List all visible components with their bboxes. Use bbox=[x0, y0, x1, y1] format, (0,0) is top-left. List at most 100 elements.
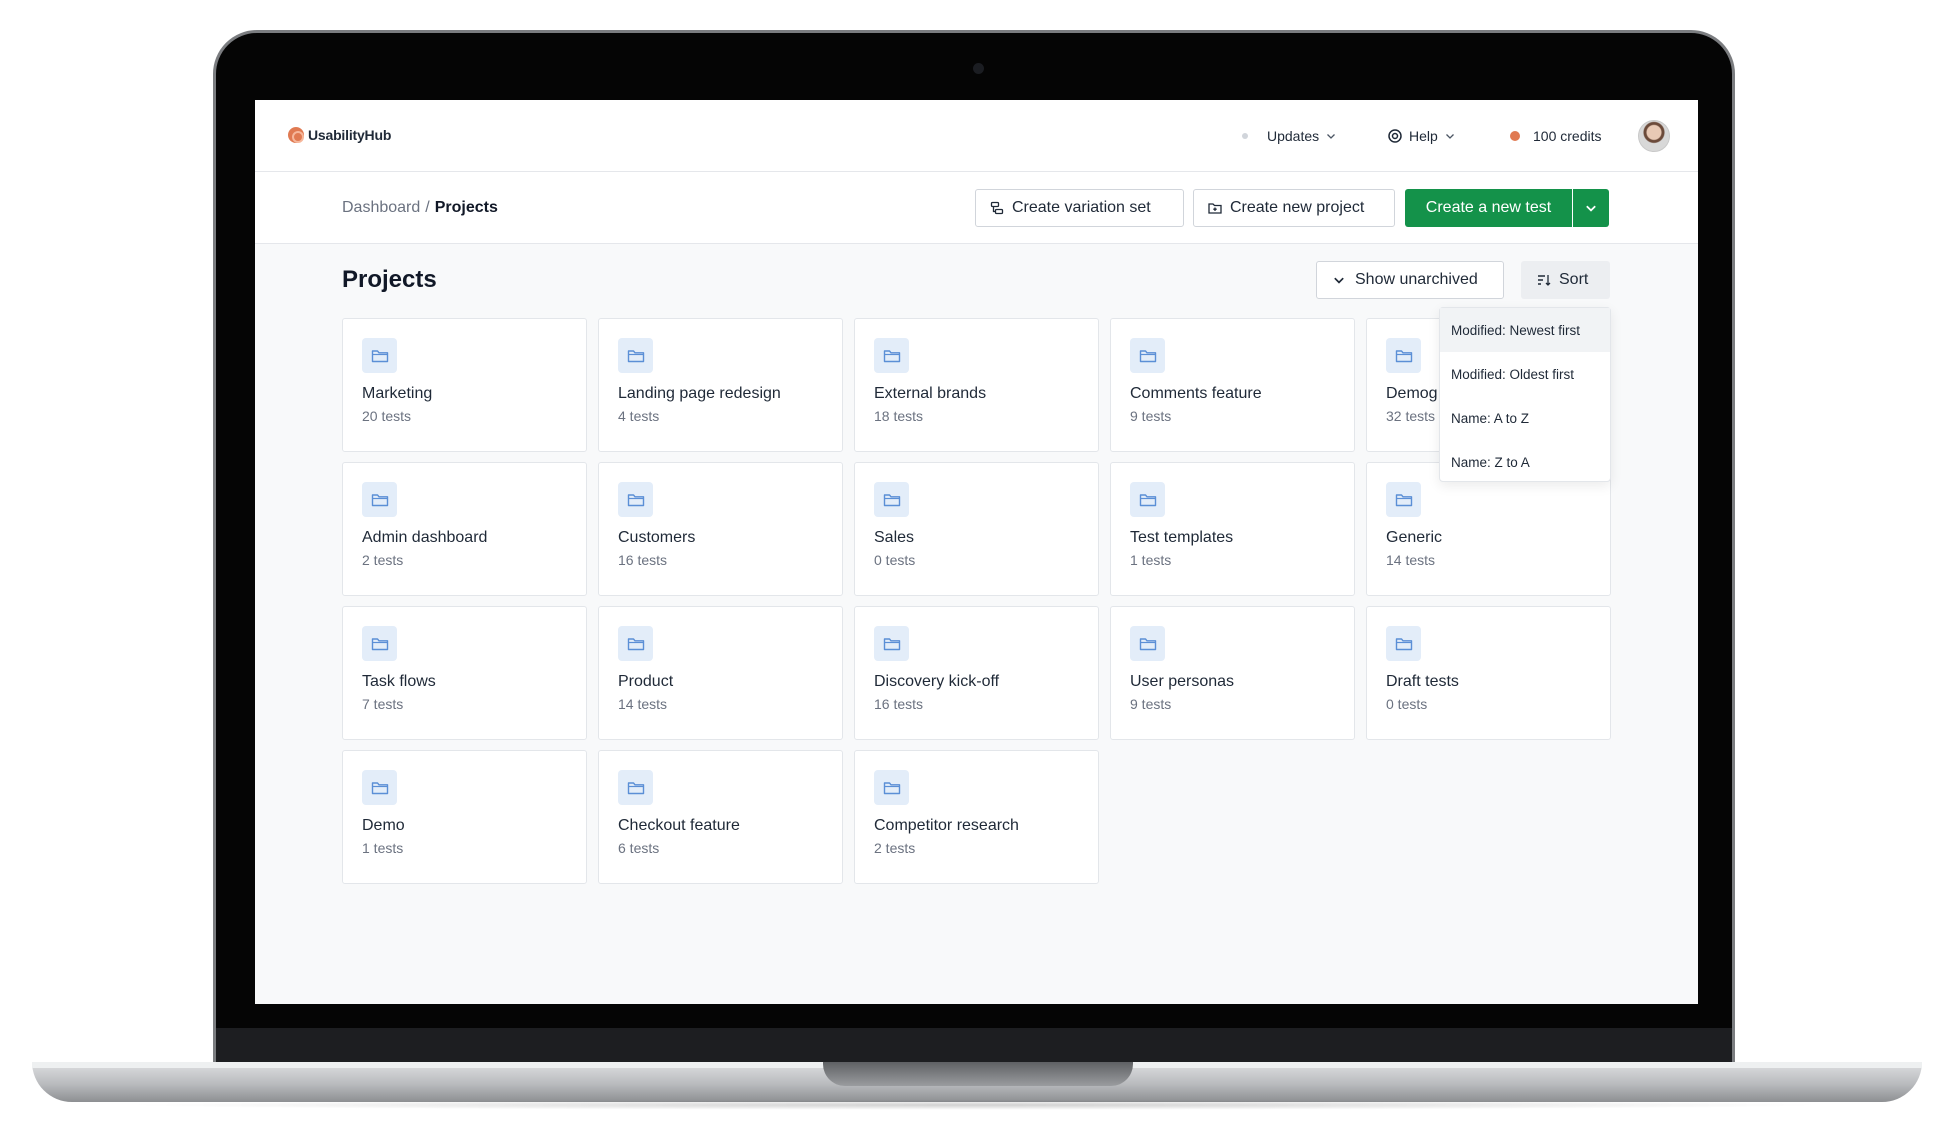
folder-icon-box bbox=[362, 338, 397, 373]
sort-option[interactable]: Name: A to Z bbox=[1440, 396, 1610, 440]
folder-icon bbox=[883, 493, 900, 506]
breadcrumb: Dashboard / Projects bbox=[342, 199, 498, 217]
folder-icon bbox=[1395, 493, 1412, 506]
folder-icon bbox=[883, 781, 900, 794]
create-variation-set-button[interactable]: Create variation set bbox=[975, 189, 1184, 227]
folder-icon-box bbox=[362, 482, 397, 517]
project-test-count: 4 tests bbox=[618, 408, 660, 424]
folder-icon bbox=[1395, 349, 1412, 362]
project-card[interactable]: Admin dashboard 2 tests bbox=[342, 462, 587, 596]
project-card[interactable]: Marketing 20 tests bbox=[342, 318, 587, 452]
sort-option[interactable]: Modified: Newest first bbox=[1440, 308, 1610, 352]
project-name: Competitor research bbox=[874, 817, 1019, 834]
sort-menu: Modified: Newest first Modified: Oldest f… bbox=[1439, 307, 1611, 482]
project-name: External brands bbox=[874, 385, 987, 402]
folder-plus-icon bbox=[1208, 203, 1222, 214]
folder-icon-box bbox=[874, 626, 909, 661]
laptop-shadow bbox=[120, 1100, 1830, 1110]
chevron-down-icon bbox=[1334, 277, 1344, 284]
project-name: Demo bbox=[362, 817, 405, 834]
project-test-count: 9 tests bbox=[1130, 408, 1172, 424]
logo-icon bbox=[288, 127, 304, 143]
project-name: Admin dashboard bbox=[362, 529, 488, 546]
avatar[interactable] bbox=[1638, 120, 1670, 152]
folder-icon bbox=[627, 493, 644, 506]
project-test-count: 16 tests bbox=[874, 696, 924, 712]
camera bbox=[973, 63, 984, 74]
project-name: Discovery kick-off bbox=[874, 673, 1000, 690]
folder-icon-box bbox=[874, 338, 909, 373]
chevron-down-icon bbox=[1327, 134, 1336, 139]
folder-icon bbox=[627, 781, 644, 794]
folder-icon-box bbox=[874, 482, 909, 517]
project-name: Draft tests bbox=[1386, 673, 1459, 690]
project-card[interactable]: Test templates 1 tests bbox=[1110, 462, 1355, 596]
create-new-project-label: Create new project bbox=[1230, 199, 1365, 216]
project-test-count: 14 tests bbox=[618, 696, 668, 712]
folder-icon-box bbox=[874, 770, 909, 805]
project-card[interactable]: Sales 0 tests bbox=[854, 462, 1099, 596]
logo-text: UsabilityHub bbox=[308, 127, 392, 143]
project-test-count: 18 tests bbox=[874, 408, 924, 424]
page-title: Projects bbox=[342, 266, 437, 293]
breadcrumb-dashboard[interactable]: Dashboard bbox=[342, 199, 420, 217]
folder-icon bbox=[371, 493, 388, 506]
folder-icon-box bbox=[1130, 482, 1165, 517]
project-name: Product bbox=[618, 673, 674, 690]
sort-button[interactable]: Sort bbox=[1521, 261, 1610, 299]
folder-icon-box bbox=[362, 770, 397, 805]
folder-icon-box bbox=[618, 770, 653, 805]
folder-icon-box bbox=[618, 626, 653, 661]
laptop-notch bbox=[823, 1062, 1133, 1086]
project-test-count: 20 tests bbox=[362, 408, 412, 424]
project-card[interactable]: Draft tests 0 tests bbox=[1366, 606, 1611, 740]
project-card[interactable]: Task flows 7 tests bbox=[342, 606, 587, 740]
project-card[interactable]: Customers 16 tests bbox=[598, 462, 843, 596]
project-card[interactable]: Discovery kick-off 16 tests bbox=[854, 606, 1099, 740]
project-card[interactable]: Landing page redesign 4 tests bbox=[598, 318, 843, 452]
project-card[interactable]: Product 14 tests bbox=[598, 606, 843, 740]
credits-label: 100 credits bbox=[1533, 128, 1602, 144]
project-card[interactable]: Checkout feature 6 tests bbox=[598, 750, 843, 884]
project-card[interactable]: User personas 9 tests bbox=[1110, 606, 1355, 740]
folder-icon bbox=[883, 349, 900, 362]
project-name: Test templates bbox=[1130, 529, 1234, 546]
folder-icon bbox=[371, 349, 388, 362]
folder-icon bbox=[371, 637, 388, 650]
project-name: Generic bbox=[1386, 529, 1443, 546]
sort-icon bbox=[1538, 275, 1551, 286]
project-name: Demog bbox=[1386, 385, 1438, 402]
help-menu[interactable]: Help bbox=[1388, 125, 1455, 147]
project-card[interactable]: Comments feature 9 tests bbox=[1110, 318, 1355, 452]
project-name: Sales bbox=[874, 529, 915, 546]
folder-icon-box bbox=[618, 482, 653, 517]
updates-label: Updates bbox=[1267, 128, 1320, 144]
project-test-count: 7 tests bbox=[362, 696, 404, 712]
folder-icon-box bbox=[1130, 626, 1165, 661]
updates-menu[interactable]: Updates bbox=[1242, 125, 1336, 147]
project-test-count: 1 tests bbox=[1130, 552, 1172, 568]
create-new-test-label: Create a new test bbox=[1425, 199, 1552, 216]
project-name: Landing page redesign bbox=[618, 385, 781, 402]
logo[interactable]: UsabilityHub bbox=[288, 127, 391, 143]
project-card[interactable]: External brands 18 tests bbox=[854, 318, 1099, 452]
create-new-test-button[interactable]: Create a new test bbox=[1405, 189, 1572, 227]
breadcrumb-separator: / bbox=[425, 199, 430, 216]
chevron-down-icon bbox=[1586, 205, 1596, 212]
sort-option[interactable]: Modified: Oldest first bbox=[1440, 352, 1610, 396]
create-variation-set-label: Create variation set bbox=[1012, 199, 1151, 216]
credits-indicator[interactable]: 100 credits bbox=[1510, 125, 1601, 147]
top-bar: UsabilityHub Updates Help 100 credits bbox=[255, 100, 1698, 172]
project-test-count: 0 tests bbox=[874, 552, 916, 568]
create-test-dropdown-button[interactable] bbox=[1573, 189, 1609, 227]
sort-option[interactable]: Name: Z to A bbox=[1440, 440, 1610, 484]
project-test-count: 32 tests bbox=[1386, 408, 1436, 424]
show-unarchived-button[interactable]: Show unarchived bbox=[1316, 261, 1504, 299]
project-test-count: 1 tests bbox=[362, 840, 404, 856]
variation-set-icon bbox=[990, 201, 1004, 215]
project-card[interactable]: Competitor research 2 tests bbox=[854, 750, 1099, 884]
folder-icon bbox=[627, 637, 644, 650]
project-card[interactable]: Demo 1 tests bbox=[342, 750, 587, 884]
create-new-project-button[interactable]: Create new project bbox=[1193, 189, 1395, 227]
project-name: Checkout feature bbox=[618, 817, 740, 834]
